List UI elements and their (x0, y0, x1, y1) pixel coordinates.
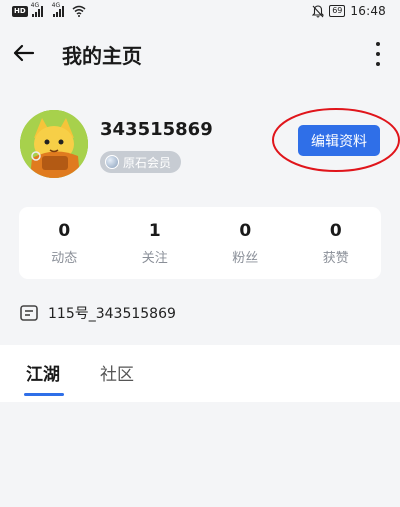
tab-community[interactable]: 社区 (100, 360, 134, 385)
id-card-icon (20, 305, 38, 321)
status-right: 69 16:48 (312, 4, 386, 18)
page-title: 我的主页 (62, 44, 142, 68)
active-tab-indicator (24, 393, 64, 396)
stat-following[interactable]: 1 关注 (110, 207, 201, 279)
content-tabs: 江湖 社区 (0, 345, 400, 402)
status-bar: HD 4G 4G 69 16:48 (0, 0, 400, 24)
stat-label: 关注 (141, 250, 168, 266)
stat-value: 0 (58, 220, 71, 241)
stat-value: 0 (239, 220, 252, 241)
status-left: HD 4G 4G (12, 2, 86, 17)
signal-icon: 4G (31, 2, 43, 17)
stat-value: 1 (148, 220, 161, 241)
tab-jianghu[interactable]: 江湖 (26, 360, 60, 385)
mute-bell-icon (312, 4, 325, 18)
member-badge[interactable]: 原石会员 (100, 151, 182, 173)
clock: 16:48 (350, 4, 386, 18)
account-id: 115号_343515869 (48, 306, 176, 322)
stats-card: 0 动态 1 关注 0 粉丝 0 获赞 (19, 207, 381, 279)
username: 343515869 (100, 119, 213, 140)
stat-value: 0 (329, 220, 342, 241)
signal-icon-2: 4G (52, 2, 64, 17)
more-vertical-icon (376, 42, 380, 46)
stat-posts[interactable]: 0 动态 (19, 207, 110, 279)
arrow-left-icon (13, 44, 35, 62)
hd-indicator: HD (12, 5, 28, 17)
stat-label: 动态 (51, 250, 78, 266)
account-id-row: 115号_343515869 (20, 303, 176, 323)
member-badge-label: 原石会员 (123, 155, 172, 170)
gem-icon (105, 155, 119, 169)
stat-followers[interactable]: 0 粉丝 (200, 207, 291, 279)
wifi-icon (72, 5, 86, 17)
edit-profile-button[interactable]: 编辑资料 (298, 125, 380, 156)
avatar-image (20, 110, 88, 178)
back-button[interactable] (10, 40, 38, 68)
more-options-button[interactable] (374, 42, 382, 66)
stat-label: 粉丝 (232, 250, 259, 266)
battery-icon: 69 (329, 5, 346, 17)
avatar[interactable] (20, 110, 88, 178)
stat-likes[interactable]: 0 获赞 (291, 207, 382, 279)
top-app-bar: 我的主页 (0, 24, 400, 82)
stat-label: 获赞 (322, 250, 349, 266)
